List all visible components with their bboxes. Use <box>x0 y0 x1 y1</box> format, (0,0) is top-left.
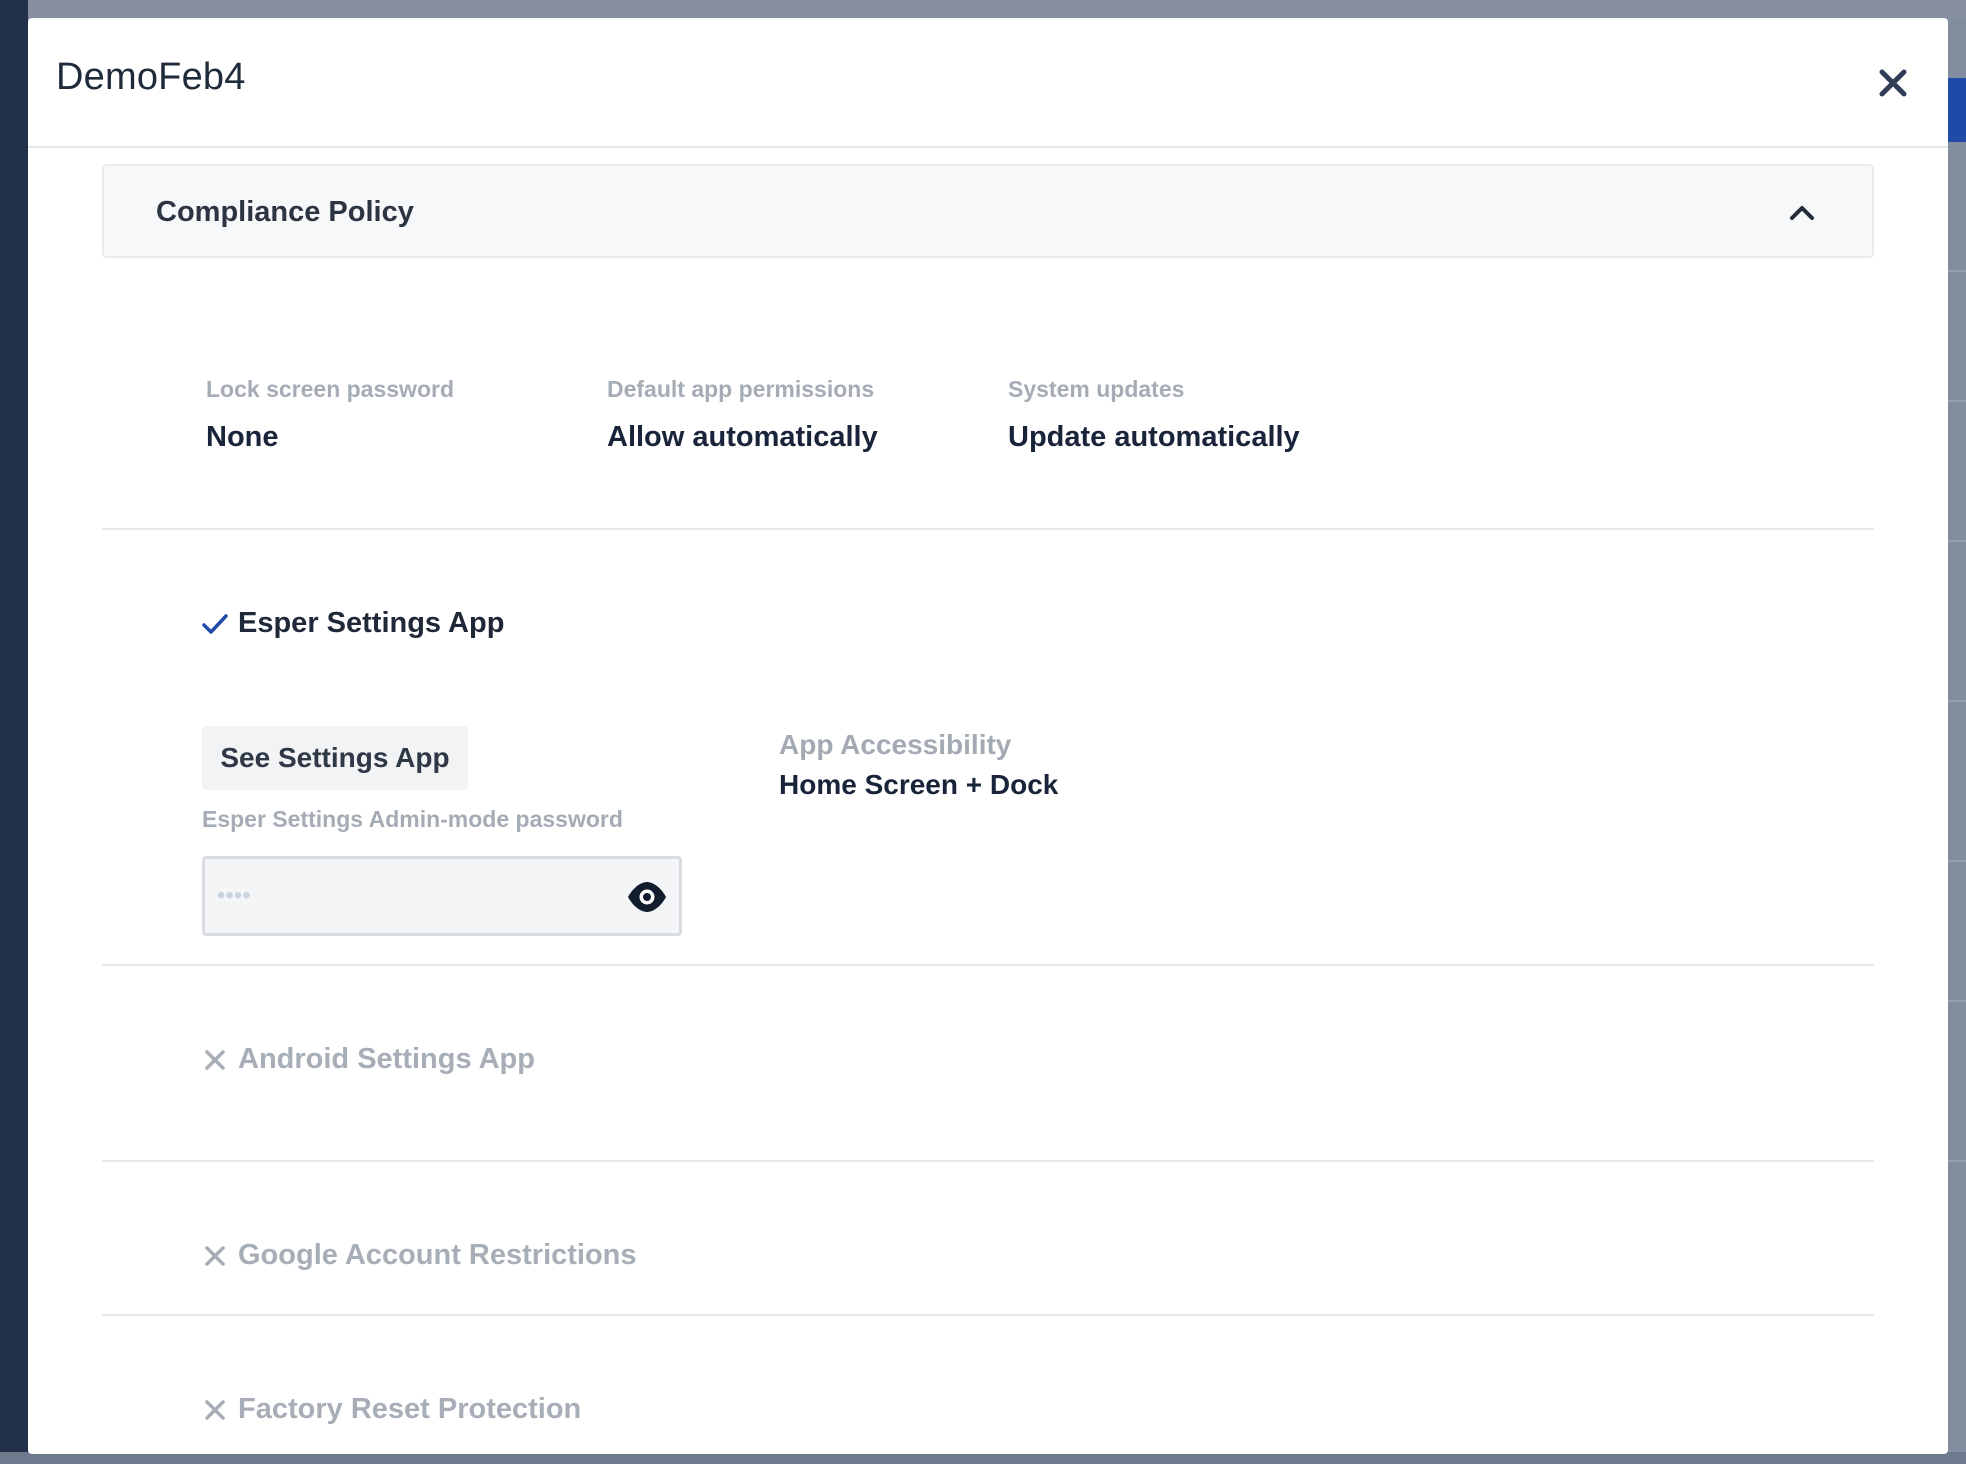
see-settings-app-button[interactable]: See Settings App <box>202 726 468 790</box>
admin-password-label: Esper Settings Admin-mode password <box>202 806 623 832</box>
esper-settings-app-row: Esper Settings App <box>200 607 504 640</box>
factory-reset-protection-row: Factory Reset Protection <box>200 1393 581 1426</box>
background-sidebar <box>0 0 28 1464</box>
background-divider <box>1948 1000 1966 1002</box>
default-app-permissions-label: Default app permissions <box>607 376 875 402</box>
close-button[interactable] <box>1868 58 1918 108</box>
x-icon <box>200 1241 230 1271</box>
app-accessibility-value: Home Screen + Dock <box>779 769 1059 800</box>
admin-password-field <box>202 856 682 936</box>
admin-password-input[interactable] <box>217 871 597 921</box>
section-divider <box>102 964 1874 966</box>
lock-screen-password-value: None <box>206 421 279 453</box>
android-settings-app-row: Android Settings App <box>200 1043 535 1076</box>
esper-settings-app-label: Esper Settings App <box>238 607 505 639</box>
section-title: Compliance Policy <box>156 196 414 228</box>
close-icon <box>1879 69 1907 97</box>
background-content-edge <box>1948 18 1966 1464</box>
x-icon <box>200 1045 230 1075</box>
background-divider <box>1948 700 1966 702</box>
background-button <box>1948 78 1966 142</box>
check-icon <box>200 609 230 639</box>
background-divider <box>1948 400 1966 402</box>
background-divider <box>1948 540 1966 542</box>
eye-icon <box>628 882 666 912</box>
modal-dialog: DemoFeb4 Compliance Policy Lock screen p… <box>28 18 1948 1454</box>
collapse-toggle[interactable] <box>1784 194 1820 230</box>
section-divider <box>102 528 1874 530</box>
chevron-up-icon <box>1790 206 1814 220</box>
background-divider <box>1948 270 1966 272</box>
background-divider <box>1948 1160 1966 1162</box>
modal-header: DemoFeb4 <box>28 18 1948 148</box>
google-account-restrictions-label: Google Account Restrictions <box>238 1239 637 1271</box>
background-divider <box>1948 860 1966 862</box>
system-updates-label: System updates <box>1008 376 1185 402</box>
lock-screen-password-label: Lock screen password <box>206 376 454 402</box>
x-icon <box>200 1395 230 1425</box>
toggle-password-visibility[interactable] <box>625 877 669 917</box>
section-divider <box>102 1314 1874 1316</box>
factory-reset-protection-label: Factory Reset Protection <box>238 1393 582 1425</box>
system-updates-value: Update automatically <box>1008 421 1300 453</box>
google-account-restrictions-row: Google Account Restrictions <box>200 1239 637 1272</box>
default-app-permissions-value: Allow automatically <box>607 421 878 453</box>
compliance-policy-accordion[interactable]: Compliance Policy <box>102 164 1874 258</box>
app-accessibility-label: App Accessibility <box>779 729 1012 760</box>
modal-title: DemoFeb4 <box>56 56 246 98</box>
section-divider <box>102 1160 1874 1162</box>
android-settings-app-label: Android Settings App <box>238 1043 535 1075</box>
background-top-bar <box>0 0 1966 18</box>
